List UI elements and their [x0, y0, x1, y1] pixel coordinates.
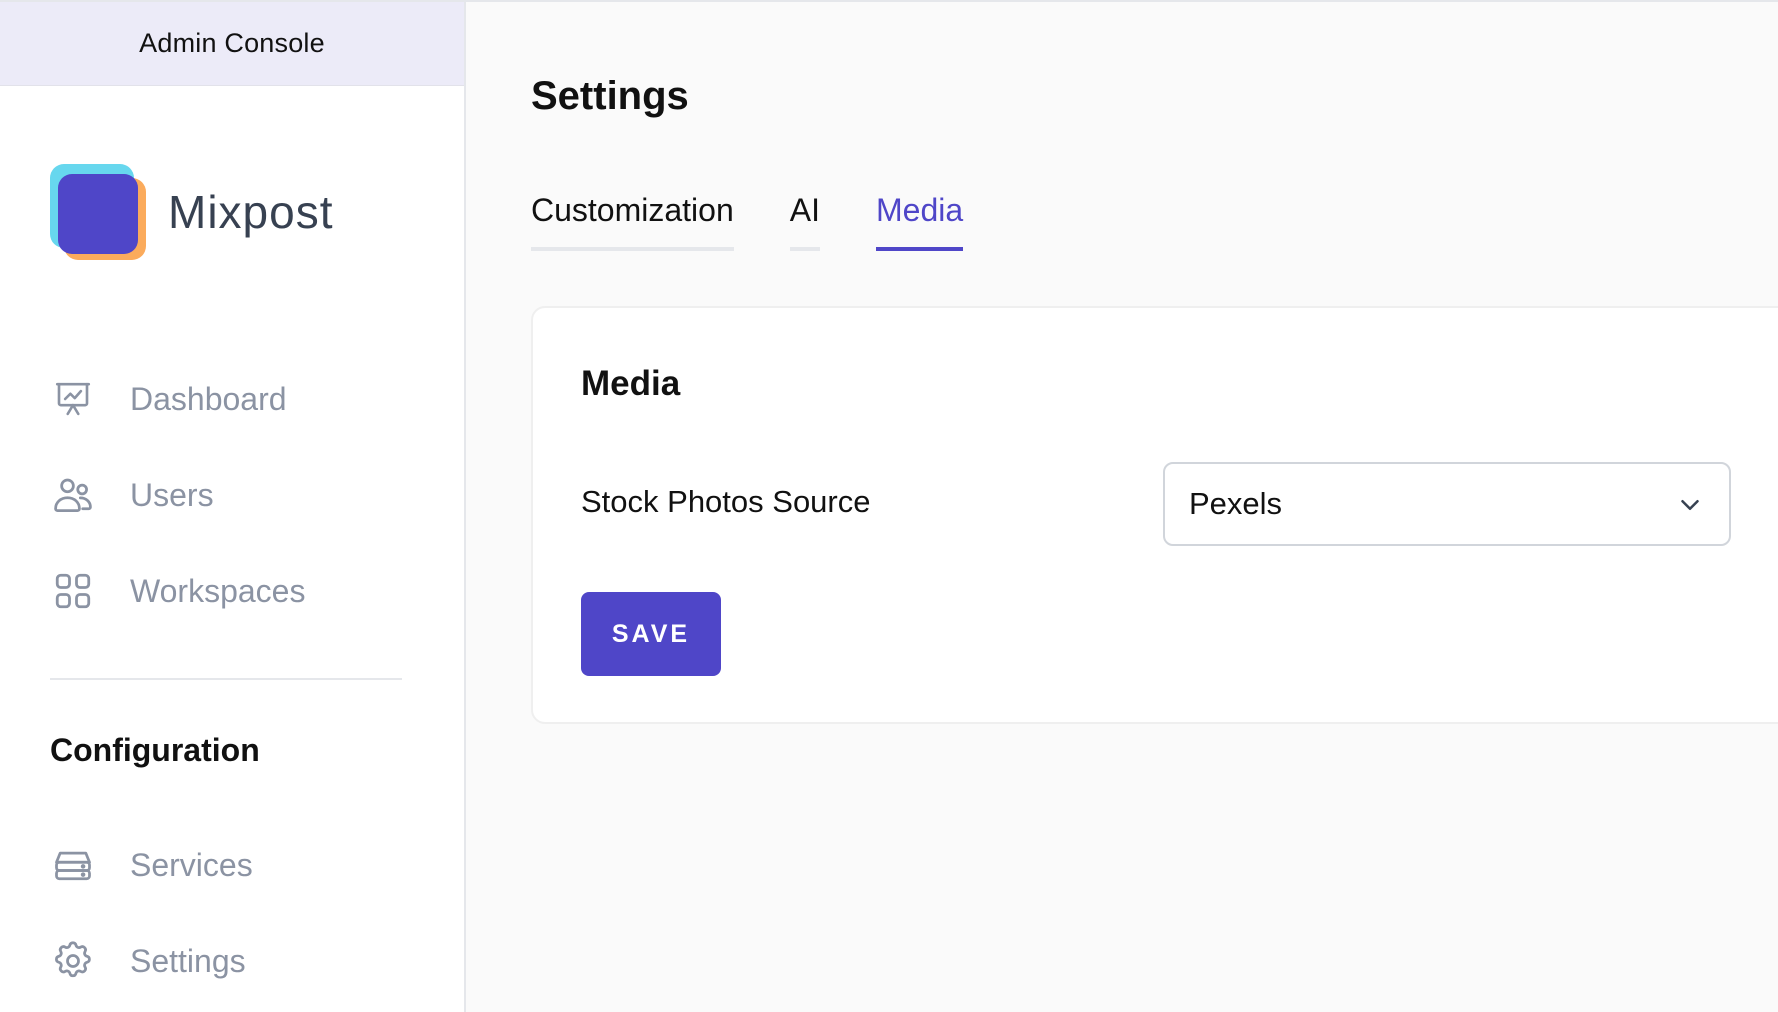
sidebar-item-label: Workspaces [130, 572, 306, 609]
sidebar-item-services[interactable]: Services [50, 834, 420, 896]
sidebar-item-label: Services [130, 846, 253, 883]
mixpost-logo-icon [50, 164, 146, 260]
stock-photos-source-select[interactable]: Pexels [1163, 462, 1731, 546]
admin-console-label: Admin Console [139, 28, 325, 58]
brand[interactable]: Mixpost [50, 164, 333, 260]
sidebar: Admin Console Mixpost Dashboard Users Wo… [0, 2, 466, 1012]
gear-icon [50, 938, 96, 984]
tab-customization[interactable]: Customization [531, 192, 734, 251]
sidebar-item-label: Dashboard [130, 380, 287, 417]
sidebar-item-settings[interactable]: Settings [50, 930, 420, 992]
page-title: Settings [531, 74, 689, 118]
grid-icon [50, 568, 96, 614]
card-title: Media [581, 364, 681, 403]
config-nav: Services Settings [50, 834, 420, 1012]
save-button[interactable]: SAVE [581, 592, 721, 676]
sidebar-item-label: Settings [130, 942, 246, 979]
sidebar-item-users[interactable]: Users [50, 464, 420, 526]
media-settings-card: Media Stock Photos Source Pexels SAVE [531, 306, 1778, 724]
presentation-chart-icon [50, 376, 96, 422]
stock-photos-source-label: Stock Photos Source [581, 484, 871, 519]
sidebar-item-workspaces[interactable]: Workspaces [50, 560, 420, 622]
users-icon [50, 472, 96, 518]
main-content: Settings Customization AI Media Media St… [468, 2, 1778, 1012]
brand-name: Mixpost [168, 186, 334, 238]
select-value: Pexels [1189, 486, 1283, 521]
tab-ai[interactable]: AI [789, 192, 820, 251]
app-window: Admin Console Mixpost Dashboard Users Wo… [0, 0, 1778, 1012]
sidebar-item-dashboard[interactable]: Dashboard [50, 368, 420, 430]
settings-tabs: Customization AI Media [531, 192, 1019, 251]
main-nav: Dashboard Users Workspaces [50, 368, 420, 656]
tab-media[interactable]: Media [875, 192, 964, 251]
sidebar-item-label: Users [130, 476, 214, 513]
sidebar-divider [50, 678, 402, 680]
configuration-section-title: Configuration [50, 732, 260, 768]
chevron-down-icon [1675, 490, 1705, 525]
server-icon [50, 842, 96, 888]
admin-console-bar: Admin Console [0, 2, 464, 86]
